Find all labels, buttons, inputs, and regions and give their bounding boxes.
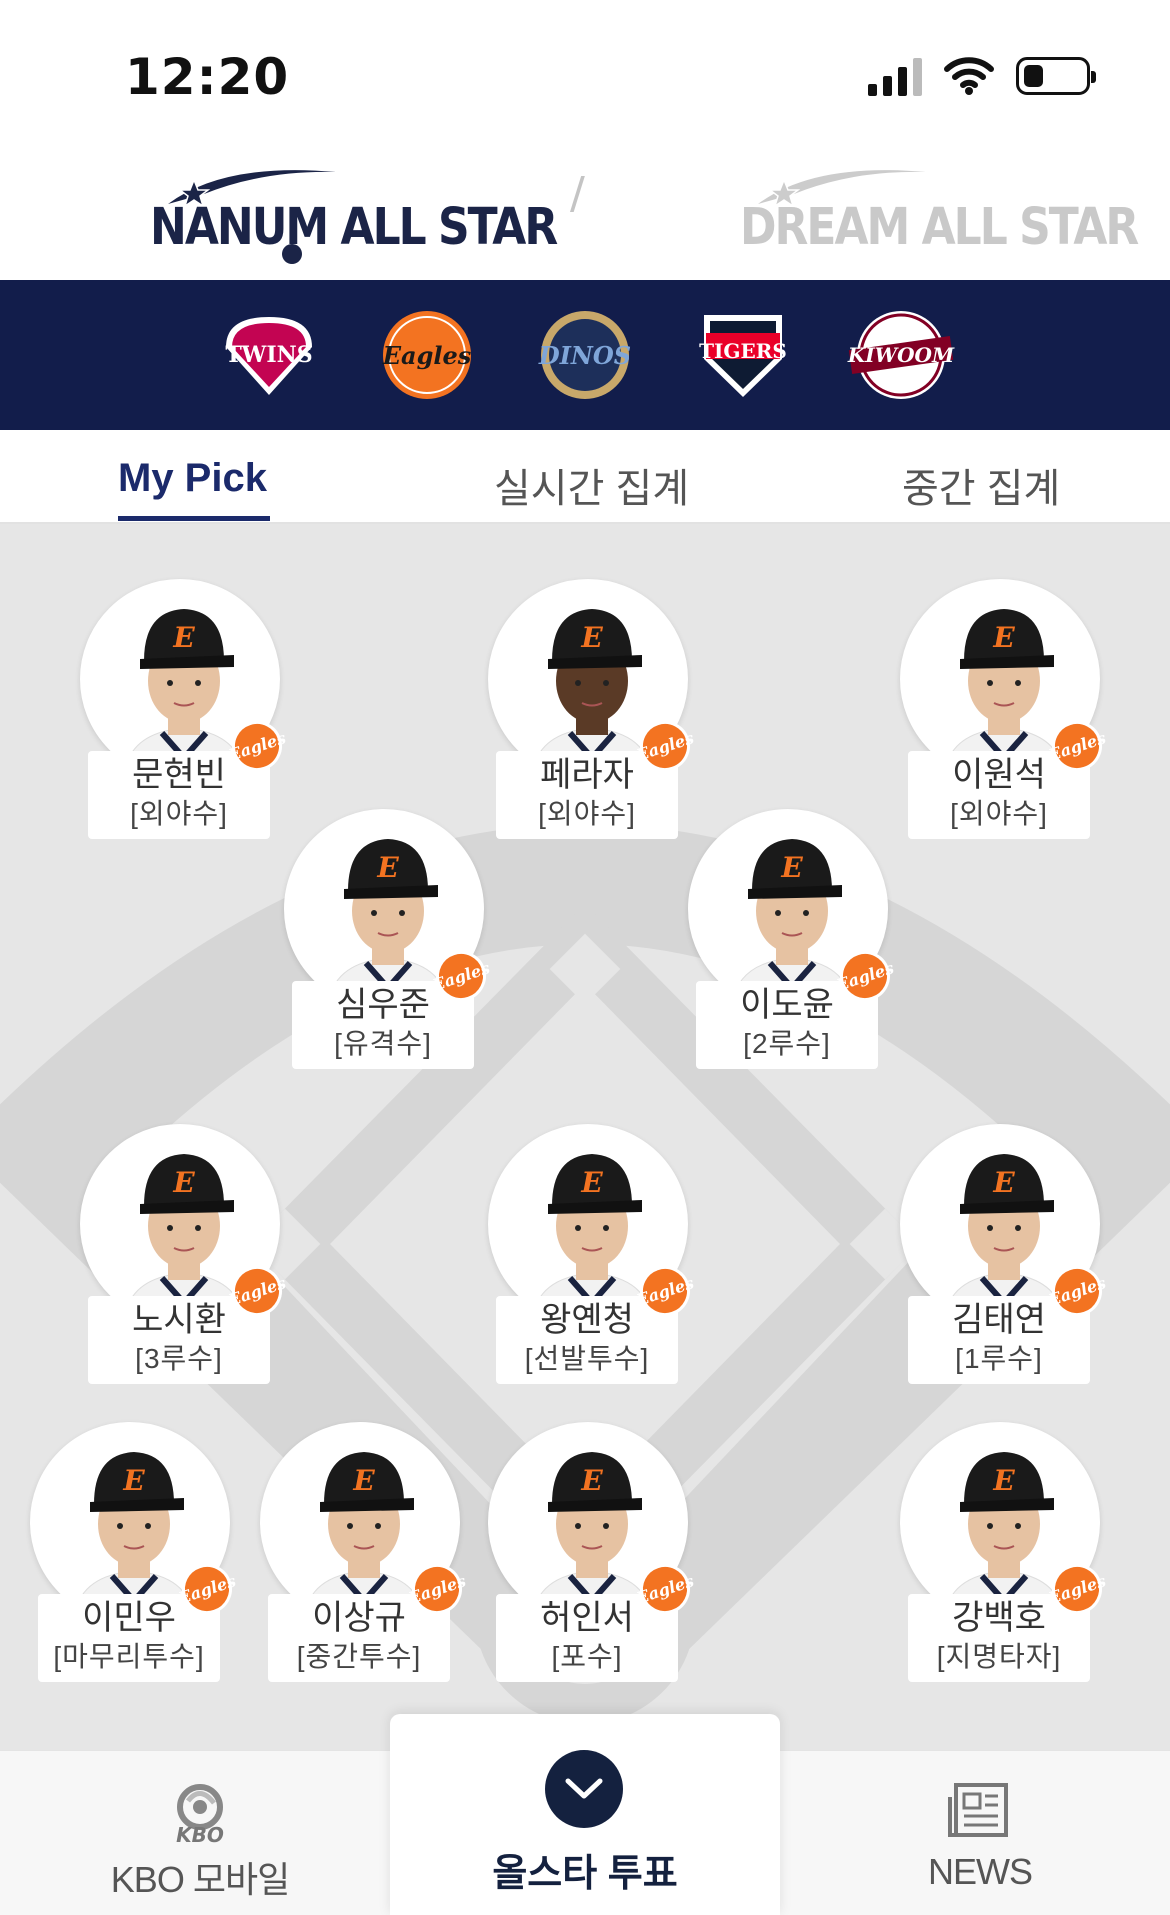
svg-text:E: E: [780, 851, 803, 884]
vote-expand-button[interactable]: [545, 1750, 623, 1828]
eagles-logo[interactable]: Eagles: [372, 307, 482, 403]
brand-separator: /: [570, 168, 585, 219]
player-position: [중간투수]: [296, 1641, 422, 1672]
player-position: [외야수]: [950, 798, 1048, 829]
tigers-logo[interactable]: TIGERS: [688, 307, 798, 403]
baseball-field: E Eagles 문현빈 [외야수] E Eagles 페라자 [외야수] E Eagles 이원석…: [0, 524, 1170, 1750]
twins-logo-text: TWINS: [225, 342, 313, 368]
nav-news[interactable]: NEWS: [880, 1751, 1080, 1915]
kiwoom-logo[interactable]: KIWOOM: [846, 307, 956, 403]
battery-icon: [1016, 57, 1096, 95]
player-position: [유격수]: [334, 1028, 432, 1059]
nav-allstar-vote-label: 올스타 투표: [492, 1853, 678, 1895]
team-logo-banner: TWINS Eagles DINOS TIGERS KIWOOM: [0, 280, 1170, 430]
nanum-allstar-logo-text: NANUM ALL STAR: [150, 198, 558, 257]
nav-allstar-vote[interactable]: 올스타 투표: [390, 1714, 780, 1915]
dinos-logo-text: DINOS: [538, 340, 632, 370]
allstar-league-toggle: NANUM ALL STAR / DREAM ALL STAR: [0, 140, 1170, 280]
tigers-logo-text: TIGERS: [699, 339, 787, 363]
chevron-down-icon: [565, 1778, 603, 1799]
player-position: [외야수]: [130, 798, 228, 829]
svg-text:E: E: [580, 621, 603, 654]
wifi-icon: [944, 57, 994, 95]
nav-news-label: NEWS: [928, 1851, 1033, 1892]
svg-text:E: E: [992, 1166, 1015, 1199]
nav-kbo-mobile[interactable]: KBO KBO 모바일: [90, 1751, 310, 1915]
kiwoom-logo-text: KIWOOM: [847, 343, 955, 367]
active-tab-underline: [118, 516, 270, 521]
svg-text:E: E: [352, 1464, 375, 1497]
svg-text:E: E: [580, 1464, 603, 1497]
player-position: [포수]: [551, 1641, 623, 1672]
status-bar: 12:20: [0, 0, 1170, 140]
svg-text:E: E: [122, 1464, 145, 1497]
result-tabs: My Pick 실시간 집계 중간 집계: [0, 430, 1170, 524]
tab-realtime-count[interactable]: 실시간 집계: [494, 456, 689, 514]
player-position: [2루수]: [743, 1028, 831, 1059]
svg-text:E: E: [172, 1166, 195, 1199]
selected-league-indicator: [282, 244, 302, 264]
svg-text:E: E: [172, 621, 195, 654]
eagles-logo-text: Eagles: [382, 340, 472, 370]
kbo-logo-text: KBO: [176, 1823, 224, 1847]
tab-interim-count[interactable]: 중간 집계: [902, 456, 1060, 514]
cellular-signal-icon: [868, 56, 922, 96]
nav-kbo-mobile-label: KBO 모바일: [110, 1859, 290, 1900]
player-position: [마무리투수]: [53, 1641, 205, 1672]
news-icon: [948, 1783, 1008, 1837]
svg-text:E: E: [580, 1166, 603, 1199]
player-position: [지명타자]: [936, 1641, 1062, 1672]
dinos-logo[interactable]: DINOS: [530, 307, 640, 403]
svg-text:E: E: [992, 621, 1015, 654]
svg-text:E: E: [376, 851, 399, 884]
player-position: [3루수]: [135, 1343, 223, 1374]
dream-allstar-tab[interactable]: DREAM ALL STAR: [720, 150, 1139, 260]
status-time: 12:20: [125, 48, 290, 106]
player-position: [1루수]: [955, 1343, 1043, 1374]
dream-allstar-logo-text: DREAM ALL STAR: [740, 198, 1139, 257]
status-icons: [868, 56, 1096, 96]
svg-text:E: E: [992, 1464, 1015, 1497]
player-position: [선발투수]: [524, 1343, 650, 1374]
tab-my-pick[interactable]: My Pick: [118, 456, 267, 501]
twins-logo[interactable]: TWINS: [214, 307, 324, 403]
player-position: [외야수]: [538, 798, 636, 829]
